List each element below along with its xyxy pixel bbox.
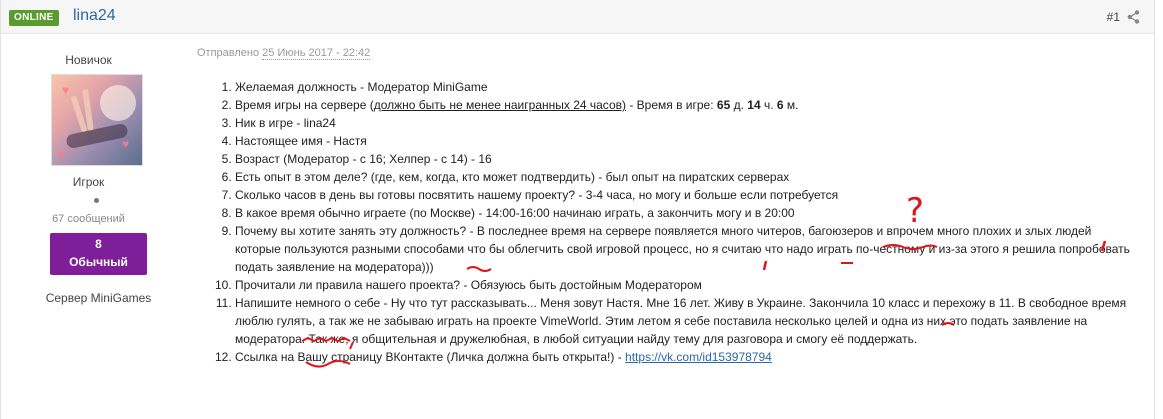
play-minutes: 6 bbox=[776, 98, 784, 112]
avatar-glow bbox=[100, 85, 136, 121]
list-item: Напишите немного о себе - Ну что тут рас… bbox=[235, 294, 1132, 348]
post-date: Отправлено 25 Июнь 2017 - 22:42 bbox=[197, 46, 371, 60]
status-dot-icon bbox=[94, 198, 99, 203]
reputation-label: Обычный bbox=[69, 255, 128, 269]
author-name-link[interactable]: lina24 bbox=[73, 6, 116, 26]
list-item: В какое время обычно играете (по Москве)… bbox=[235, 204, 1132, 222]
days-label: д. bbox=[730, 98, 748, 112]
heart-icon: ♥ bbox=[58, 147, 66, 161]
list-item: Время игры на сервере (должно быть не ме… bbox=[235, 96, 1132, 114]
online-badge: ONLINE bbox=[9, 10, 59, 26]
hours-label: ч. bbox=[760, 98, 777, 112]
posted-prefix: Отправлено bbox=[197, 47, 260, 59]
item-text: - Время в игре: bbox=[626, 98, 717, 112]
reputation-count: 8 bbox=[95, 237, 102, 251]
author-panel: Новичок ♥ ♥ ♥ Игрок 67 сообщений 8 Обычн… bbox=[1, 35, 176, 419]
list-item: Настоящее имя - Настя bbox=[235, 132, 1132, 150]
list-item: Возраст (Модератор - с 16; Хелпер - с 14… bbox=[235, 150, 1132, 168]
vk-profile-link[interactable]: https://vk.com/id153978794 bbox=[625, 350, 772, 364]
posted-date[interactable]: 25 Июнь 2017 - 22:42 bbox=[262, 47, 371, 60]
list-item: Желаемая должность - Модератор MiniGame bbox=[235, 78, 1132, 96]
server-label: Сервер MiniGames bbox=[45, 291, 152, 305]
post-count: 67 сообщений bbox=[52, 213, 125, 225]
list-item: Почему вы хотите занять эту должность? -… bbox=[235, 222, 1132, 276]
play-hours: 14 bbox=[747, 98, 761, 112]
post-number-link[interactable]: #1 bbox=[1107, 9, 1120, 25]
list-item: Ссылка на Вашу страницу ВКонтакте (Личка… bbox=[235, 348, 1132, 366]
share-icon[interactable] bbox=[1127, 10, 1140, 24]
item-text: Ссылка на Вашу страницу ВКонтакте (Личка… bbox=[235, 350, 626, 364]
avatar[interactable]: ♥ ♥ ♥ bbox=[51, 74, 143, 166]
application-list: Желаемая должность - Модератор MiniGame … bbox=[197, 78, 1132, 366]
reputation-badge[interactable]: 8 Обычный bbox=[50, 233, 147, 275]
post-body: Желаемая должность - Модератор MiniGame … bbox=[197, 78, 1132, 366]
play-days: 65 bbox=[716, 98, 731, 112]
heart-icon: ♥ bbox=[122, 137, 130, 151]
item-text: Время игры на сервере ( bbox=[235, 98, 374, 112]
post-header: ONLINE lina24 #1 bbox=[1, 0, 1154, 34]
group-title: Игрок bbox=[72, 175, 105, 189]
minutes-label: м. bbox=[783, 98, 799, 112]
rank-title: Новичок bbox=[65, 53, 112, 67]
list-item: Прочитали ли правила нашего проекта? - О… bbox=[235, 276, 1132, 294]
list-item: Есть опыт в этом деле? (где, кем, когда,… bbox=[235, 168, 1132, 186]
heart-icon: ♥ bbox=[62, 83, 70, 97]
forum-post: ONLINE lina24 #1 Новичок ♥ ♥ ♥ Игрок 67 … bbox=[0, 0, 1155, 419]
avatar-figure bbox=[65, 122, 129, 150]
item-underlined-text: должно быть не менее наигранных 24 часов… bbox=[373, 98, 626, 112]
list-item: Сколько часов в день вы готовы посвятить… bbox=[235, 186, 1132, 204]
list-item: Ник в игре - lina24 bbox=[235, 114, 1132, 132]
